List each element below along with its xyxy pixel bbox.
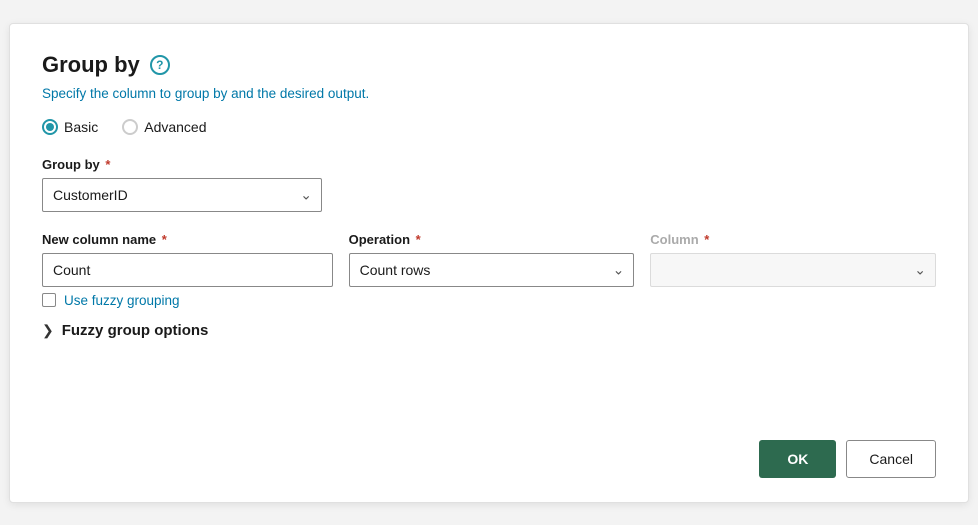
column-select-wrapper: ⌄: [650, 253, 936, 287]
radio-advanced-text: Advanced: [144, 119, 206, 135]
fuzzy-grouping-label[interactable]: Use fuzzy grouping: [64, 293, 180, 308]
column-select: [650, 253, 936, 287]
new-column-group: New column name *: [42, 232, 333, 287]
group-by-label: Group by *: [42, 157, 936, 172]
new-column-label: New column name *: [42, 232, 333, 247]
group-by-required: *: [102, 157, 111, 172]
operation-required: *: [412, 232, 421, 247]
cancel-button[interactable]: Cancel: [846, 440, 936, 478]
group-by-select[interactable]: CustomerID OrderID ProductID: [42, 178, 322, 212]
help-icon[interactable]: ?: [150, 55, 170, 75]
column-required: *: [701, 232, 710, 247]
radio-basic-text: Basic: [64, 119, 98, 135]
fuzzy-options-label: Fuzzy group options: [62, 322, 209, 339]
new-column-input[interactable]: [42, 253, 333, 287]
column-label: Column *: [650, 232, 936, 247]
radio-basic[interactable]: [42, 119, 58, 135]
new-column-required: *: [158, 232, 167, 247]
dialog-header: Group by ?: [42, 52, 936, 78]
dialog-footer: OK Cancel: [759, 440, 936, 478]
column-group: Column * ⌄: [650, 232, 936, 287]
ok-button[interactable]: OK: [759, 440, 836, 478]
radio-advanced[interactable]: [122, 119, 138, 135]
radio-basic-label[interactable]: Basic: [42, 119, 98, 135]
radio-advanced-label[interactable]: Advanced: [122, 119, 206, 135]
group-by-dialog: Group by ? Specify the column to group b…: [9, 23, 969, 503]
group-by-section: Group by * CustomerID OrderID ProductID …: [42, 157, 936, 212]
dialog-title: Group by: [42, 52, 140, 78]
aggregation-row: New column name * Operation * Count rows…: [42, 232, 936, 287]
dialog-subtitle: Specify the column to group by and the d…: [42, 86, 936, 101]
fuzzy-grouping-row: Use fuzzy grouping: [42, 293, 936, 308]
operation-select[interactable]: Count rows Sum Average Min Max: [349, 253, 635, 287]
radio-group: Basic Advanced: [42, 119, 936, 135]
group-by-select-wrapper: CustomerID OrderID ProductID ⌄: [42, 178, 322, 212]
operation-select-wrapper: Count rows Sum Average Min Max ⌄: [349, 253, 635, 287]
operation-group: Operation * Count rows Sum Average Min M…: [349, 232, 635, 287]
fuzzy-options-chevron-icon: ❯: [42, 322, 54, 339]
fuzzy-options-section[interactable]: ❯ Fuzzy group options: [42, 322, 936, 339]
fuzzy-grouping-checkbox[interactable]: [42, 293, 56, 307]
operation-label: Operation *: [349, 232, 635, 247]
